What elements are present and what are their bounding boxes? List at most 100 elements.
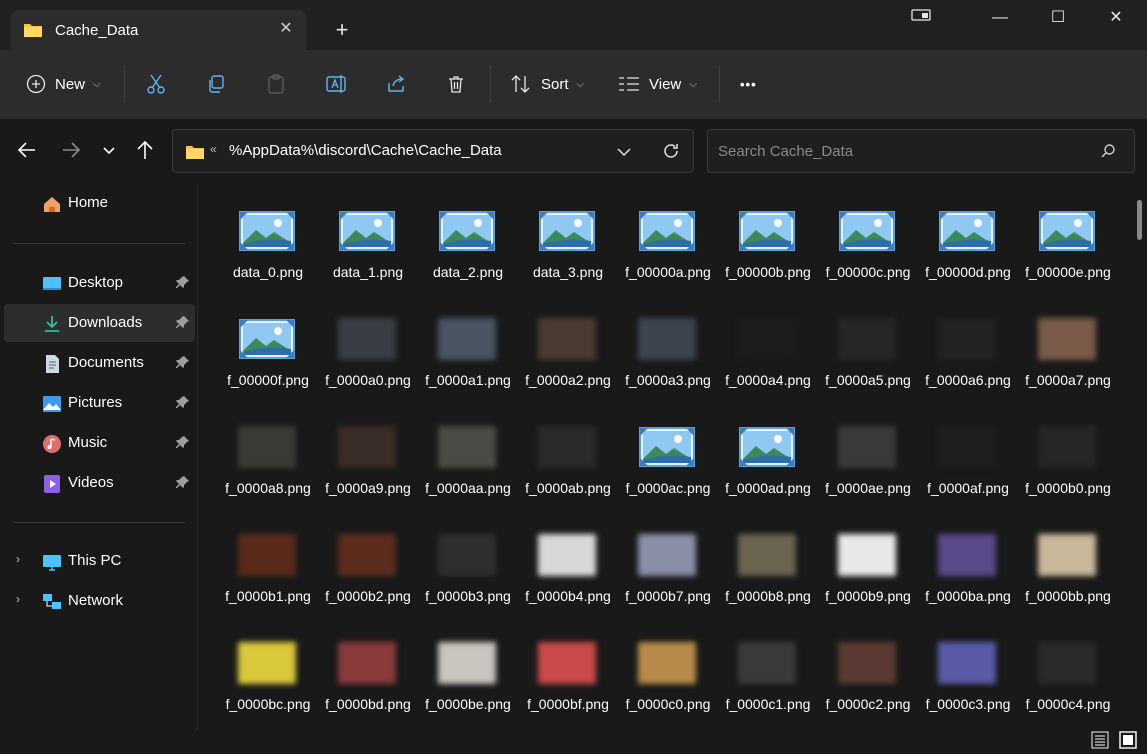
file-item[interactable]: f_0000b0.png bbox=[1023, 408, 1113, 516]
file-item[interactable]: f_00000f.png bbox=[223, 300, 313, 408]
file-item[interactable]: f_0000a6.png bbox=[923, 300, 1013, 408]
file-item[interactable]: f_0000ab.png bbox=[523, 408, 613, 516]
file-item[interactable]: f_0000ae.png bbox=[823, 408, 913, 516]
pin-icon[interactable] bbox=[176, 395, 190, 412]
file-item[interactable]: data_1.png bbox=[323, 192, 413, 300]
paste-button[interactable] bbox=[266, 67, 286, 101]
file-item[interactable]: f_00000e.png bbox=[1023, 192, 1113, 300]
close-window-button[interactable]: ✕ bbox=[1104, 6, 1128, 30]
file-item[interactable]: f_0000c0.png bbox=[623, 624, 713, 730]
sidebar-item-label: Pictures bbox=[68, 394, 123, 411]
file-item[interactable]: f_0000b1.png bbox=[223, 516, 313, 624]
file-item[interactable]: data_2.png bbox=[423, 192, 513, 300]
file-item[interactable]: f_0000aa.png bbox=[423, 408, 513, 516]
sidebar-item-desktop[interactable]: Desktop bbox=[4, 264, 195, 302]
thumbnail-image bbox=[638, 642, 696, 684]
vertical-scrollbar[interactable] bbox=[1137, 200, 1142, 240]
folder-icon bbox=[185, 144, 205, 163]
sidebar-item-pictures[interactable]: Pictures bbox=[4, 384, 195, 422]
view-button[interactable]: View ⌵ bbox=[618, 67, 697, 101]
copy-button[interactable] bbox=[206, 67, 226, 101]
file-item[interactable]: f_0000a5.png bbox=[823, 300, 913, 408]
file-item[interactable]: f_0000a0.png bbox=[323, 300, 413, 408]
refresh-icon[interactable] bbox=[661, 141, 681, 164]
search-box[interactable]: Search Cache_Data bbox=[707, 129, 1135, 173]
recent-locations-chevron-icon[interactable] bbox=[100, 139, 122, 161]
tab-cache-data[interactable]: Cache_Data ✕ bbox=[10, 10, 306, 50]
file-item[interactable]: f_0000a1.png bbox=[423, 300, 513, 408]
snap-layout-icon[interactable] bbox=[909, 6, 933, 30]
file-item[interactable]: f_0000ba.png bbox=[923, 516, 1013, 624]
file-item[interactable]: f_0000ad.png bbox=[723, 408, 813, 516]
file-name: f_0000c0.png bbox=[625, 696, 711, 712]
rename-button[interactable] bbox=[326, 67, 348, 101]
file-item[interactable]: f_00000c.png bbox=[823, 192, 913, 300]
sort-button[interactable]: Sort ⌵ bbox=[510, 67, 584, 101]
pin-icon[interactable] bbox=[176, 315, 190, 332]
file-item[interactable]: data_3.png bbox=[523, 192, 613, 300]
file-item[interactable]: f_00000d.png bbox=[923, 192, 1013, 300]
file-item[interactable]: f_0000a3.png bbox=[623, 300, 713, 408]
file-item[interactable]: f_0000a8.png bbox=[223, 408, 313, 516]
file-item[interactable]: f_0000c1.png bbox=[723, 624, 813, 730]
details-view-icon[interactable] bbox=[1090, 730, 1110, 750]
large-icons-view-icon[interactable] bbox=[1118, 730, 1138, 750]
search-input[interactable]: Search Cache_Data bbox=[718, 143, 853, 160]
sidebar-item-documents[interactable]: Documents bbox=[4, 344, 195, 382]
file-item[interactable]: f_0000ac.png bbox=[623, 408, 713, 516]
sidebar-item-home[interactable]: Home bbox=[4, 184, 195, 222]
file-item[interactable]: f_0000bd.png bbox=[323, 624, 413, 730]
maximize-button[interactable]: ☐ bbox=[1046, 6, 1070, 30]
file-item[interactable]: f_0000b9.png bbox=[823, 516, 913, 624]
address-path[interactable]: %AppData%\discord\Cache\Cache_Data bbox=[229, 142, 502, 159]
overflow-chevron-icon[interactable]: « bbox=[210, 142, 217, 156]
file-item[interactable]: f_0000a2.png bbox=[523, 300, 613, 408]
sidebar-item-this-pc[interactable]: › This PC bbox=[4, 542, 195, 580]
up-arrow-icon[interactable] bbox=[134, 139, 156, 161]
file-name: f_0000a4.png bbox=[725, 372, 811, 388]
thumbnail-image bbox=[938, 534, 996, 576]
file-item[interactable]: f_0000c4.png bbox=[1023, 624, 1113, 730]
file-item[interactable]: f_0000b2.png bbox=[323, 516, 413, 624]
sidebar-item-music[interactable]: Music bbox=[4, 424, 195, 462]
close-tab-icon[interactable]: ✕ bbox=[276, 19, 296, 39]
pin-icon[interactable] bbox=[176, 475, 190, 492]
new-button[interactable]: New ⌵ bbox=[26, 67, 101, 101]
file-item[interactable]: f_0000bf.png bbox=[523, 624, 613, 730]
chevron-right-icon[interactable]: › bbox=[16, 592, 20, 606]
file-item[interactable]: f_0000c2.png bbox=[823, 624, 913, 730]
chevron-right-icon[interactable]: › bbox=[16, 552, 20, 566]
file-item[interactable]: f_0000bb.png bbox=[1023, 516, 1113, 624]
sidebar-item-downloads[interactable]: Downloads bbox=[4, 304, 195, 342]
minimize-button[interactable]: — bbox=[988, 6, 1012, 30]
file-item[interactable]: data_0.png bbox=[223, 192, 313, 300]
chevron-down-icon[interactable] bbox=[616, 142, 632, 165]
cut-button[interactable] bbox=[146, 67, 166, 101]
address-bar[interactable]: « %AppData%\discord\Cache\Cache_Data bbox=[172, 129, 694, 173]
file-item[interactable]: f_00000a.png bbox=[623, 192, 713, 300]
pin-icon[interactable] bbox=[176, 435, 190, 452]
share-button[interactable] bbox=[386, 67, 406, 101]
file-item[interactable]: f_0000bc.png bbox=[223, 624, 313, 730]
file-item[interactable]: f_0000b8.png bbox=[723, 516, 813, 624]
pin-icon[interactable] bbox=[176, 355, 190, 372]
file-item[interactable]: f_0000a9.png bbox=[323, 408, 413, 516]
file-item[interactable]: f_0000a4.png bbox=[723, 300, 813, 408]
sidebar-item-videos[interactable]: Videos bbox=[4, 464, 195, 502]
file-item[interactable]: f_00000b.png bbox=[723, 192, 813, 300]
file-item[interactable]: f_0000b4.png bbox=[523, 516, 613, 624]
back-arrow-icon[interactable] bbox=[16, 139, 38, 161]
delete-button[interactable] bbox=[446, 67, 466, 101]
file-item[interactable]: f_0000af.png bbox=[923, 408, 1013, 516]
file-item[interactable]: f_0000a7.png bbox=[1023, 300, 1113, 408]
file-item[interactable]: f_0000c3.png bbox=[923, 624, 1013, 730]
plus-icon[interactable]: + bbox=[330, 19, 354, 43]
more-options-button[interactable]: ••• bbox=[740, 67, 757, 101]
pin-icon[interactable] bbox=[176, 275, 190, 292]
sidebar-item-network[interactable]: › Network bbox=[4, 582, 195, 620]
file-item[interactable]: f_0000be.png bbox=[423, 624, 513, 730]
thumbnail-image bbox=[438, 642, 496, 684]
forward-arrow-icon[interactable] bbox=[60, 139, 82, 161]
file-item[interactable]: f_0000b3.png bbox=[423, 516, 513, 624]
file-item[interactable]: f_0000b7.png bbox=[623, 516, 713, 624]
